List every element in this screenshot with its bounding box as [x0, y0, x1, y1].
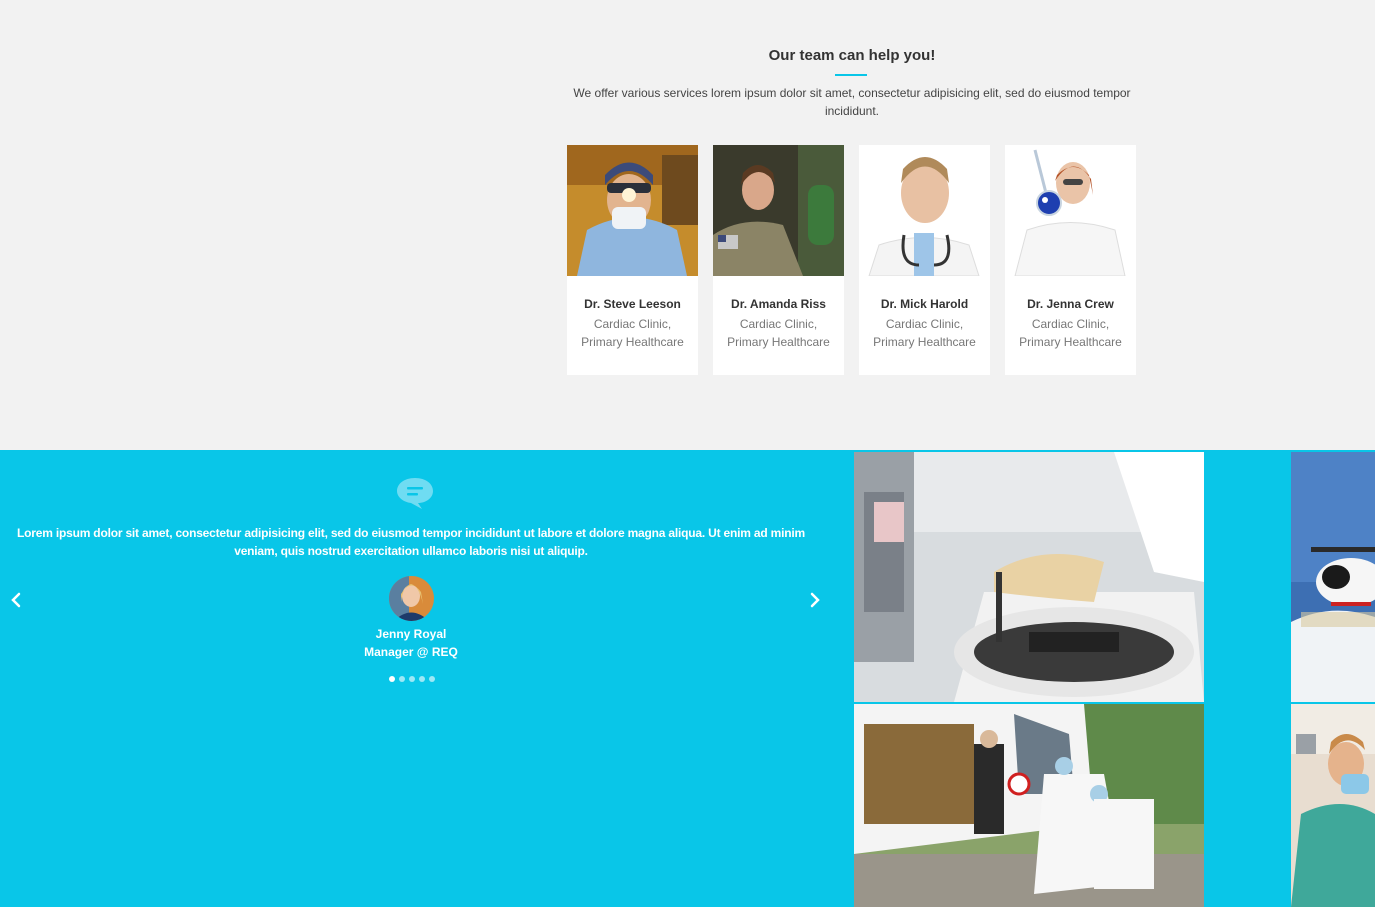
team-card[interactable]: Dr. Amanda Riss Cardiac Clinic, Primary … — [713, 145, 844, 375]
member-name: Dr. Mick Harold — [880, 297, 969, 311]
title-underline — [835, 74, 867, 76]
carousel-dot[interactable] — [389, 676, 395, 682]
testimonial-person-name: Jenny Royal — [375, 627, 447, 641]
team-title: Our team can help you! — [768, 47, 936, 64]
team-description: We offer various services lorem ipsum do… — [573, 86, 1131, 118]
lab-centrifuge-photo[interactable] — [854, 452, 1204, 702]
helicopter-rescue-photo[interactable] — [1291, 452, 1375, 702]
member-name: Dr. Jenna Crew — [1027, 297, 1114, 311]
team-section: Our team can help you! We offer various … — [0, 0, 1375, 450]
carousel-dot[interactable] — [419, 676, 425, 682]
member-name: Dr. Steve Leeson — [584, 297, 681, 311]
team-card[interactable]: Dr. Steve Leeson Cardiac Clinic, Primary… — [567, 145, 698, 375]
member-role: Cardiac Clinic, Primary Healthcare — [581, 317, 684, 349]
avatar — [389, 576, 434, 621]
carousel-dot[interactable] — [409, 676, 415, 682]
chat-bubble-icon — [397, 478, 433, 509]
carousel-dot[interactable] — [429, 676, 435, 682]
surgeon-photo — [567, 145, 698, 276]
photo-gallery — [852, 450, 1375, 907]
team-card[interactable]: Dr. Mick Harold Cardiac Clinic, Primary … — [859, 145, 990, 375]
testimonial-quote: Lorem ipsum dolor sit amet, consectetur … — [17, 526, 805, 558]
member-name: Dr. Amanda Riss — [731, 297, 826, 311]
testimonial-person-title: Manager @ REQ — [364, 645, 458, 659]
testimonial-section: Lorem ipsum dolor sit amet, consectetur … — [0, 450, 852, 907]
doctor-stethoscope-photo — [859, 145, 990, 276]
carousel-pagination — [389, 676, 435, 682]
member-role: Cardiac Clinic, Primary Healthcare — [727, 317, 830, 349]
member-role: Cardiac Clinic, Primary Healthcare — [873, 317, 976, 349]
dental-surgery-photo[interactable] — [1291, 704, 1375, 907]
lab-scientist-photo — [1005, 145, 1136, 276]
team-card[interactable]: Dr. Jenna Crew Cardiac Clinic, Primary H… — [1005, 145, 1136, 375]
chevron-left-icon[interactable] — [8, 590, 24, 610]
military-medic-photo — [713, 145, 844, 276]
ambulance-emergency-photo[interactable] — [854, 704, 1204, 907]
carousel-dot[interactable] — [399, 676, 405, 682]
chevron-right-icon[interactable] — [807, 590, 823, 610]
member-role: Cardiac Clinic, Primary Healthcare — [1019, 317, 1122, 349]
